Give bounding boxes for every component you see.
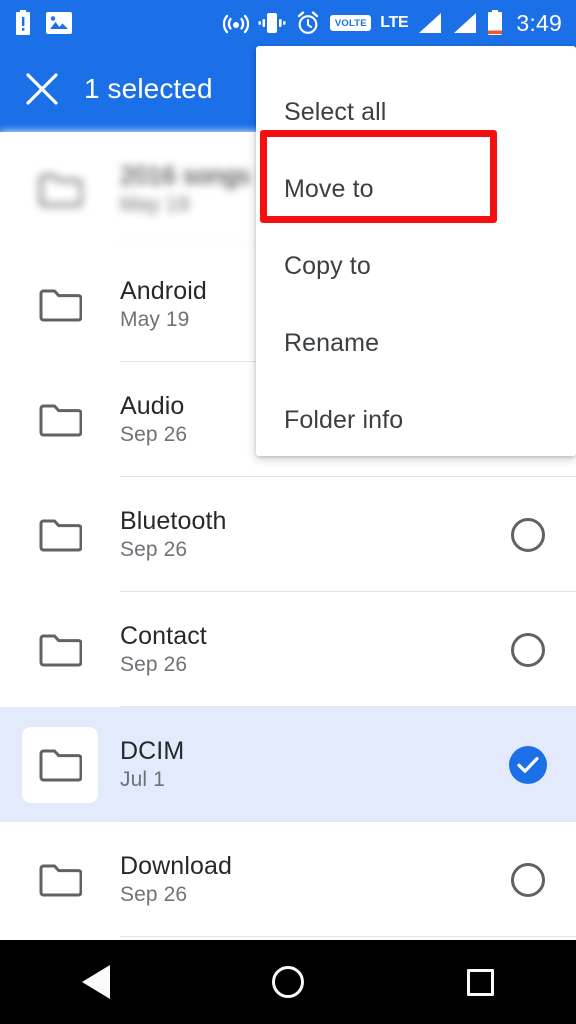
folder-meta: Contact Sep 26 xyxy=(120,622,480,677)
recents-square-icon xyxy=(466,968,494,996)
battery-icon xyxy=(487,10,503,36)
folder-icon xyxy=(39,404,82,436)
vibrate-icon xyxy=(258,11,286,35)
folder-row[interactable]: Bluetooth Sep 26 xyxy=(0,477,576,592)
folder-icon xyxy=(39,634,82,666)
folder-icon-wrap xyxy=(0,592,120,707)
status-bar-left-icons xyxy=(14,10,72,36)
folder-icon-tile xyxy=(38,632,82,668)
menu-item-move-to[interactable]: Move to xyxy=(256,151,576,228)
folder-icon-wrap xyxy=(0,132,120,247)
folder-icon-tile xyxy=(38,402,82,438)
battery-alert-icon xyxy=(14,10,32,36)
phone-screen: VOLTE LTE 3:49 1 selected 2016 songs May … xyxy=(0,0,576,1024)
folder-name: Download xyxy=(120,852,232,881)
status-bar: VOLTE LTE 3:49 xyxy=(0,0,576,46)
folder-meta: Download Sep 26 xyxy=(120,852,480,907)
folder-icon-tile xyxy=(38,172,82,208)
folder-date: Sep 26 xyxy=(120,653,188,677)
folder-name: DCIM xyxy=(120,737,185,766)
nav-back-button[interactable] xyxy=(36,940,156,1024)
folder-icon-tile xyxy=(38,862,82,898)
folder-icon-tile xyxy=(38,517,82,553)
row-trailing xyxy=(480,862,576,897)
folder-icon-wrap xyxy=(0,247,120,362)
row-trailing xyxy=(480,517,576,552)
alarm-icon xyxy=(295,10,321,36)
selection-checkbox-unchecked[interactable] xyxy=(511,632,545,667)
signal-bars-icon xyxy=(452,12,478,34)
back-triangle-icon xyxy=(82,965,110,999)
folder-row[interactable]: Download Sep 26 xyxy=(0,822,576,937)
folder-icon-tile xyxy=(38,287,82,323)
folder-date: Sep 26 xyxy=(120,538,188,562)
folder-row[interactable]: Contact Sep 26 xyxy=(0,592,576,707)
folder-date: Jul 1 xyxy=(120,768,165,792)
nav-recents-button[interactable] xyxy=(420,940,540,1024)
status-bar-right-icons: VOLTE LTE 3:49 xyxy=(223,10,562,37)
folder-row[interactable]: DCIM Jul 1 xyxy=(0,707,576,822)
signal-bars-icon xyxy=(417,12,443,34)
folder-name: Contact xyxy=(120,622,207,651)
nav-home-button[interactable] xyxy=(228,940,348,1024)
folder-meta: Bluetooth Sep 26 xyxy=(120,507,480,562)
check-icon xyxy=(517,756,539,773)
volte-badge: VOLTE xyxy=(330,15,372,31)
overflow-menu[interactable]: Select all Move to Copy to Rename Folder… xyxy=(256,46,576,456)
folder-icon-wrap xyxy=(0,822,120,937)
menu-item-copy-to[interactable]: Copy to xyxy=(256,228,576,305)
row-trailing xyxy=(480,745,576,784)
menu-item-folder-info[interactable]: Folder info xyxy=(256,382,576,456)
network-type-label: LTE xyxy=(380,14,409,31)
selection-count-title: 1 selected xyxy=(84,73,213,104)
row-trailing xyxy=(480,632,576,667)
folder-icon xyxy=(39,519,82,551)
hotspot-icon xyxy=(223,10,250,36)
row-divider xyxy=(120,936,576,937)
folder-meta: DCIM Jul 1 xyxy=(120,737,480,792)
selection-checkbox-checked[interactable] xyxy=(509,745,547,784)
selection-checkbox-unchecked[interactable] xyxy=(511,862,545,897)
folder-icon-wrap xyxy=(0,707,120,822)
folder-name: Bluetooth xyxy=(120,507,227,536)
folder-icon xyxy=(39,864,82,896)
menu-item-rename[interactable]: Rename xyxy=(256,305,576,382)
folder-icon-wrap xyxy=(0,362,120,477)
folder-icon xyxy=(39,749,82,781)
folder-icon-tile xyxy=(22,726,98,803)
folder-date: Sep 26 xyxy=(120,883,188,907)
selection-checkbox-unchecked[interactable] xyxy=(511,517,545,552)
android-navigation-bar xyxy=(0,940,576,1024)
folder-icon xyxy=(39,174,82,206)
home-circle-icon xyxy=(272,966,304,998)
menu-item-select-all[interactable]: Select all xyxy=(256,74,576,151)
folder-icon-wrap xyxy=(0,477,120,592)
close-icon xyxy=(26,73,58,105)
status-bar-clock: 3:49 xyxy=(516,9,562,36)
folder-icon xyxy=(39,289,82,321)
close-selection-button[interactable] xyxy=(0,46,84,132)
image-icon xyxy=(46,12,72,34)
